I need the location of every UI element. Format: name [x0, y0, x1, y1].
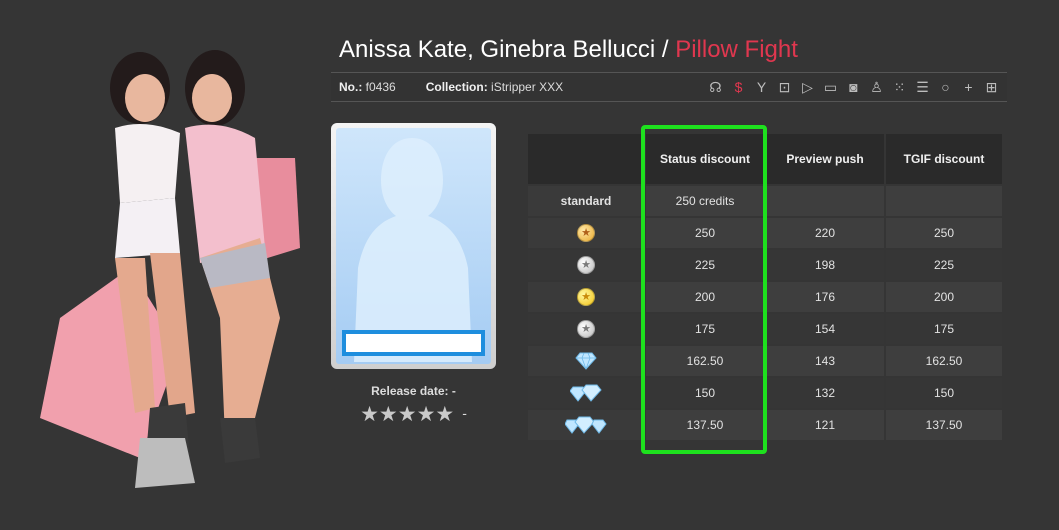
status-price: 150	[646, 378, 764, 408]
row-badge: ★	[528, 314, 644, 344]
card-silhouette	[336, 128, 491, 364]
profile-icon[interactable]: ☊	[706, 78, 725, 96]
circle-icon[interactable]: ○	[936, 78, 955, 96]
scene-title: Anissa Kate, Ginebra Bellucci / Pillow F…	[339, 36, 798, 64]
model-photo	[40, 50, 300, 488]
filter-icon[interactable]: Y	[752, 78, 771, 96]
card-number: No.: f0436	[339, 80, 396, 94]
status-price: 250	[646, 218, 764, 248]
column-header-preview-push: Preview push	[766, 134, 884, 184]
column-header-status-discount: Status discount	[646, 134, 764, 184]
grid-icon[interactable]: ⁙	[890, 78, 909, 96]
list-icon[interactable]: ☰	[913, 78, 932, 96]
gold-medal-icon: ★	[577, 224, 595, 242]
scene-name[interactable]: Pillow Fight	[675, 36, 798, 63]
standard-preview-price	[766, 186, 884, 216]
apps-icon[interactable]: ⊞	[982, 78, 1001, 96]
toolbar: ☊ $ Y ⊡ ▷ ▭ ◙ ♙ ⁙ ☰ ○ + ⊞	[706, 78, 1007, 96]
diamond-3-icon	[565, 416, 607, 434]
tgif-price: 150	[886, 378, 1002, 408]
card-name-bar	[342, 330, 485, 356]
preview-price: 154	[766, 314, 884, 344]
silhouette-icon	[354, 138, 472, 362]
preview-price: 143	[766, 346, 884, 376]
silver-medal-icon: ★	[577, 256, 595, 274]
tgif-price: 200	[886, 282, 1002, 312]
tgif-price: 250	[886, 218, 1002, 248]
info-bar: No.: f0436 Collection: iStripper XXX ☊ $…	[331, 72, 1007, 102]
silver-medal-icon: ★	[577, 320, 595, 338]
tgif-price: 225	[886, 250, 1002, 280]
dollar-icon[interactable]: $	[729, 78, 748, 96]
card-number-value: f0436	[365, 80, 396, 94]
pricing-table: Status discount Preview push TGIF discou…	[528, 134, 1002, 440]
rating-stars[interactable]: ★★★★★	[360, 403, 454, 426]
release-value: -	[451, 384, 456, 398]
card-number-label: No.:	[339, 80, 363, 94]
row-badge	[528, 410, 644, 440]
status-price: 175	[646, 314, 764, 344]
model-card[interactable]	[331, 123, 496, 369]
preview-price: 198	[766, 250, 884, 280]
column-header-tgif-discount: TGIF discount	[886, 134, 1002, 184]
standard-tgif-price	[886, 186, 1002, 216]
status-price: 200	[646, 282, 764, 312]
title-separator: /	[655, 36, 676, 63]
diamond-1-icon	[575, 352, 597, 370]
rating: ★★★★★ -	[331, 402, 496, 427]
release-label: Release date:	[371, 384, 449, 398]
camera-icon[interactable]: ◙	[844, 78, 863, 96]
row-badge: ★	[528, 218, 644, 248]
preview-price: 121	[766, 410, 884, 440]
diamond-2-icon	[570, 384, 602, 402]
tgif-price: 137.50	[886, 410, 1002, 440]
row-badge	[528, 378, 644, 408]
collection: Collection: iStripper XXX	[426, 80, 563, 94]
status-price: 225	[646, 250, 764, 280]
rating-value: -	[462, 405, 467, 421]
status-price: 162.50	[646, 346, 764, 376]
row-label-standard: standard	[528, 186, 644, 216]
play-icon[interactable]: ▷	[798, 78, 817, 96]
row-badge: ★	[528, 282, 644, 312]
preview-price: 220	[766, 218, 884, 248]
tgif-price: 162.50	[886, 346, 1002, 376]
collection-value[interactable]: iStripper XXX	[491, 80, 563, 94]
column-header-empty	[528, 134, 644, 184]
lock-icon[interactable]: ⊡	[775, 78, 794, 96]
standard-status-price: 250 credits	[646, 186, 764, 216]
tgif-price: 175	[886, 314, 1002, 344]
release-date: Release date: -	[331, 384, 496, 398]
row-badge	[528, 346, 644, 376]
preview-price: 176	[766, 282, 884, 312]
performer-names[interactable]: Anissa Kate, Ginebra Bellucci	[339, 36, 655, 63]
collection-label: Collection:	[425, 80, 488, 94]
plus-icon[interactable]: +	[959, 78, 978, 96]
comment-icon[interactable]: ▭	[821, 78, 840, 96]
row-badge: ★	[528, 250, 644, 280]
preview-price: 132	[766, 378, 884, 408]
yellow-medal-icon: ★	[577, 288, 595, 306]
group-icon[interactable]: ♙	[867, 78, 886, 96]
status-price: 137.50	[646, 410, 764, 440]
